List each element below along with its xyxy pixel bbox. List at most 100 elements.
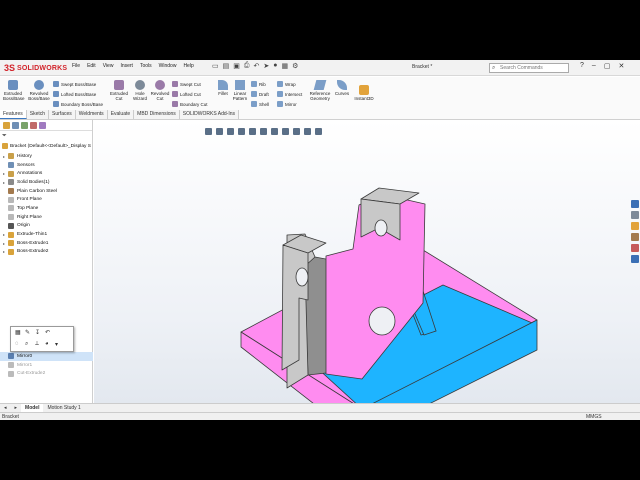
rebuild-icon[interactable]: ● [273,62,277,70]
tree-item[interactable]: ▸ Extrude-Thin1 [0,230,93,239]
boundary-cut-button[interactable]: Boundary Cut [172,101,208,107]
boundary-boss-button[interactable]: Boundary Boss/Base [53,101,103,107]
intersect-button[interactable]: Intersect [277,91,302,97]
minimize-icon[interactable]: – [592,62,596,70]
undo-icon[interactable]: ↶ [253,62,259,70]
zoom-to-fit-icon[interactable] [205,128,212,135]
custom-properties-icon[interactable] [630,255,639,263]
expand-arrow-icon[interactable]: ▸ [0,249,6,254]
tree-item[interactable]: ▸ Annotations [0,169,93,178]
menu-file[interactable]: File [72,63,80,69]
extruded-cut-button[interactable]: Extruded Cut [108,80,130,101]
menu-insert[interactable]: Insert [120,63,133,69]
normal-to-icon[interactable]: ⟂ [35,341,39,348]
lofted-cut-button[interactable]: Lofted Cut [172,91,201,97]
upright-center-hole[interactable] [368,306,396,336]
left-ear-hole[interactable] [295,267,309,287]
previous-view-icon[interactable] [227,128,234,135]
view-orientation-icon[interactable] [260,128,267,135]
tree-item[interactable]: Origin [0,222,93,231]
design-library-icon[interactable] [630,211,639,219]
tab-evaluate[interactable]: Evaluate [107,110,135,119]
expand-arrow-icon[interactable]: ▸ [0,171,6,176]
draft-button[interactable]: Draft [251,91,269,97]
wrap-button[interactable]: Wrap [277,81,296,87]
dimxpert-tab-icon[interactable] [30,122,37,129]
linear-pattern-button[interactable]: Linear Pattern [231,80,249,101]
expand-arrow-icon[interactable]: ▸ [0,232,6,237]
shell-button[interactable]: Shell [251,101,269,107]
appearance-icon[interactable]: ◕ [45,341,49,347]
tab-sketch[interactable]: Sketch [26,110,50,119]
reference-geometry-button[interactable]: Reference Geometry [307,80,333,101]
section-view-icon[interactable] [238,128,245,135]
menu-help[interactable]: Help [183,63,193,69]
tree-item[interactable]: Cut-Extrude2 [0,369,93,378]
model-canvas[interactable] [94,120,640,420]
tab-surfaces[interactable]: Surfaces [49,110,76,119]
swept-boss-button[interactable]: Swept Boss/Base [53,81,96,87]
tree-item[interactable]: ▸ Boss-Extrude1 [0,239,93,248]
configuration-manager-tab-icon[interactable] [21,122,28,129]
close-icon[interactable]: ✕ [618,62,624,70]
tree-item[interactable]: Mirror0 [0,352,93,361]
menu-view[interactable]: View [103,63,114,69]
hole-wizard-button[interactable]: Hole Wizard [130,80,150,101]
right-ear-hole[interactable] [374,219,388,237]
apply-scene-icon[interactable] [304,128,311,135]
appearances-icon[interactable] [630,244,639,252]
curves-button[interactable]: Curves [333,80,351,96]
tab-motion-study[interactable]: Motion Study 1 [43,404,84,412]
help-icon[interactable]: ? [580,62,584,70]
expand-arrow-icon[interactable]: ▸ [0,180,6,185]
tab-solidworks-addins[interactable]: SOLIDWORKS Add-Ins [179,110,240,119]
save-icon[interactable]: ▣ [233,62,240,70]
more-icon[interactable]: ▾ [55,341,58,348]
tab-mbd-dimensions[interactable]: MBD Dimensions [134,110,180,119]
menu-tools[interactable]: Tools [140,63,152,69]
suppress-icon[interactable]: ↧ [35,329,40,336]
tree-item[interactable]: Sensors [0,161,93,170]
nav-first-icon[interactable]: ◂ [0,404,11,412]
restore-icon[interactable]: ▢ [604,62,611,70]
edit-sketch-icon[interactable]: ✎ [25,329,30,336]
print-icon[interactable]: ⎙ [244,62,250,70]
solidworks-resources-icon[interactable] [630,200,639,208]
dynamic-annotation-icon[interactable] [249,128,256,135]
unit-system[interactable]: MMGS [586,414,602,420]
part-root[interactable]: Bracket (Default<<Default>_Display S [2,143,91,149]
hide-icon[interactable]: ◌ [15,341,19,347]
tree-item[interactable]: ▸ History [0,152,93,161]
extruded-boss-button[interactable]: Extruded Boss/Base [3,80,25,101]
tree-item[interactable]: ▸ Boss-Extrude2 [0,248,93,257]
file-explorer-icon[interactable] [630,222,639,230]
search-input[interactable]: ⌕ Search Commands [489,63,569,73]
file-properties-icon[interactable]: ▦ [281,62,288,70]
tab-features[interactable]: Features [0,110,27,119]
zoom-to-selection-icon[interactable]: ⌕ [25,341,28,348]
menu-window[interactable]: Window [159,63,177,69]
nav-last-icon[interactable]: ▸ [11,404,22,412]
rollback-icon[interactable]: ↶ [45,329,50,336]
tab-weldments[interactable]: Weldments [75,110,108,119]
tree-item[interactable]: Right Plane [0,213,93,222]
mirror-button[interactable]: Mirror [277,101,297,107]
instant3d-button[interactable]: Instant3D [353,85,375,101]
fillet-button[interactable]: Fillet [214,80,232,96]
hide-show-items-icon[interactable] [282,128,289,135]
edit-appearance-icon[interactable] [293,128,300,135]
lofted-boss-button[interactable]: Lofted Boss/Base [53,91,96,97]
swept-cut-button[interactable]: Swept Cut [172,81,201,87]
tree-item[interactable]: Mirror1 [0,361,93,370]
graphics-area[interactable] [94,120,640,420]
rib-button[interactable]: Rib [251,81,266,87]
tree-item[interactable]: Front Plane [0,195,93,204]
expand-arrow-icon[interactable]: ▸ [0,154,6,159]
tree-item[interactable]: Top Plane [0,204,93,213]
solidworks-logo[interactable]: 3S SOLIDWORKS [4,62,67,74]
select-icon[interactable]: ➤ [263,62,269,70]
view-settings-icon[interactable] [315,128,322,135]
display-manager-tab-icon[interactable] [39,122,46,129]
tree-item[interactable]: Plain Carbon Steel [0,187,93,196]
tab-model[interactable]: Model [21,404,44,412]
